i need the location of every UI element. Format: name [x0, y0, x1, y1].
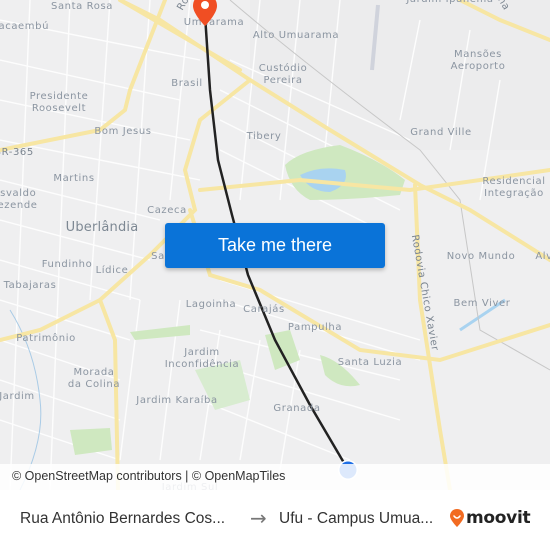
attribution-text[interactable]: © OpenStreetMap contributors | © OpenMap… [12, 469, 285, 483]
map-label: Custódio [258, 63, 308, 74]
route-bar: Rua Antônio Bernardes Cos... → Ufu - Cam… [0, 490, 550, 550]
map-label: Lagoinha [185, 299, 237, 310]
map-label: da Colina [67, 379, 121, 390]
map-label: Fundinho [41, 259, 93, 270]
map-label: Jardim [0, 391, 35, 402]
map-label: Inconfidência [164, 359, 240, 370]
moovit-wordmark: moovit [466, 508, 531, 528]
map-label: BR-365 [0, 147, 34, 158]
map-label: Bom Jesus [94, 126, 152, 137]
map-label: Santa Luzia [337, 357, 403, 368]
map-label: Tabajaras [3, 280, 57, 291]
map-label: Lídice [95, 265, 129, 276]
map-label: Morada [73, 367, 115, 378]
map-label: Pampulha [287, 322, 343, 333]
map-label: Jardim [184, 347, 220, 358]
city-label: Uberlândia [65, 220, 139, 235]
map-label: Sa [151, 251, 165, 262]
map-label: Brasil [171, 78, 203, 89]
map-label: Jardim Karaíba [136, 395, 218, 406]
map-label: Novo Mundo [446, 251, 516, 262]
attribution-bar: © OpenStreetMap contributors | © OpenMap… [0, 464, 550, 490]
map-label: Residencial [482, 176, 546, 187]
moovit-logo[interactable]: moovit [450, 508, 531, 528]
map[interactable]: Santa Rosa Jacaembú Umuarama Alto Umuara… [0, 0, 550, 490]
map-label: Bem Viver [453, 298, 511, 309]
map-label: Alto Umuarama [252, 30, 340, 41]
map-label: Integração [484, 188, 544, 199]
map-label: Martins [53, 173, 95, 184]
arrow-right-icon: → [250, 506, 267, 530]
map-label: Tibery [246, 131, 282, 142]
map-label: Roosevelt [31, 103, 87, 114]
take-me-there-button[interactable]: Take me there [165, 223, 385, 268]
map-label: Patrimônio [16, 333, 76, 344]
origin-stop-name: Rua Antônio Bernardes Cos... [20, 510, 226, 527]
map-label: Jardim Ipanema [406, 0, 493, 6]
map-label: Granada [273, 403, 321, 414]
map-label: Presidente [29, 91, 89, 102]
moovit-pin-icon [450, 509, 464, 527]
map-label: Santa Rosa [51, 1, 113, 12]
map-label: Mansões [454, 49, 502, 60]
map-label: Pereira [263, 75, 303, 86]
map-label: Grand Ville [410, 127, 472, 138]
map-pin-icon[interactable] [193, 0, 217, 26]
map-label: Osvaldo [0, 188, 37, 199]
map-label: Aeroporto [450, 61, 506, 72]
map-label: Jacaembú [0, 21, 50, 32]
map-label: Alv [535, 251, 550, 262]
destination-stop-name: Ufu - Campus Umua... [279, 510, 434, 527]
map-label: Carajás [243, 304, 285, 315]
map-label: Cazeca [147, 205, 187, 216]
map-label: Rezende [0, 200, 38, 211]
